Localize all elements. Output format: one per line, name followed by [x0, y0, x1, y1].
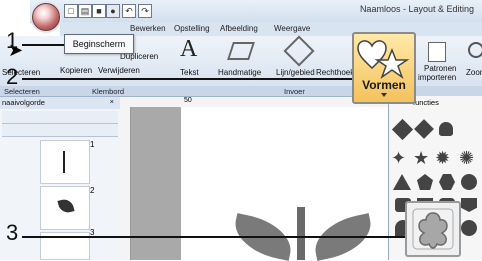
zoom-icon[interactable] — [468, 42, 482, 58]
star8-shape-icon[interactable]: ✹ — [435, 148, 450, 169]
tab-afbeelding[interactable]: Afbeelding — [220, 24, 258, 33]
import-patterns-label-2[interactable]: importeren — [418, 73, 456, 82]
round-shape-icon[interactable] — [461, 220, 477, 236]
group-insert-label: Invoer — [284, 87, 305, 96]
triangle-shape-icon[interactable] — [393, 174, 411, 190]
banner-shape-icon[interactable] — [461, 198, 477, 212]
hexagon-shape-icon[interactable] — [439, 174, 455, 190]
panel-title-text: naaivolgorde — [2, 98, 45, 107]
callout-line-3 — [22, 236, 405, 238]
callout-number-2: 2 — [6, 64, 19, 89]
panel-toolbar-2[interactable] — [2, 124, 118, 137]
new-file-icon[interactable]: □ — [64, 4, 78, 18]
tab-weergave[interactable]: Weergave — [274, 24, 310, 33]
stem-shape[interactable] — [297, 207, 305, 260]
thumbnail-2[interactable] — [40, 186, 90, 230]
shapes-panel-title: functies — [413, 98, 439, 107]
ruler-mark: 50 — [184, 97, 192, 104]
callout-number-3: 3 — [6, 220, 19, 245]
zoom-button-label[interactable]: Zoom — [466, 68, 482, 77]
application-menu-button[interactable] — [32, 3, 60, 31]
thumbnail-1[interactable] — [40, 140, 90, 184]
redo-icon[interactable]: ↷ — [138, 4, 152, 18]
text-tool-icon[interactable]: A — [180, 36, 197, 63]
panel-title: naaivolgorde × — [0, 97, 120, 109]
text-button-label[interactable]: Tekst — [180, 68, 199, 77]
copy-button[interactable]: Kopieren — [60, 66, 92, 75]
tab-opstelling[interactable]: Opstelling — [174, 24, 210, 33]
tooltip: Beginscherm — [64, 34, 134, 54]
heart-shape-icon[interactable] — [391, 118, 414, 141]
star4-shape-icon[interactable]: ✦ — [391, 148, 406, 169]
burst-shape-icon[interactable]: ✺ — [459, 148, 474, 169]
dropdown-arrow-icon — [381, 93, 387, 97]
star5-shape-icon[interactable]: ★ — [413, 148, 429, 169]
club-shape-icon[interactable] — [439, 122, 453, 136]
leaf-shape-thumbnail — [57, 197, 75, 215]
callout-line-2 — [22, 78, 352, 80]
panel-close-icon[interactable]: × — [110, 97, 114, 106]
undo-icon[interactable]: ↶ — [122, 4, 136, 18]
record-icon[interactable]: ● — [106, 4, 120, 18]
thumbnail-number-1: 1 — [90, 140, 95, 149]
import-patterns-label-1[interactable]: Patronen — [424, 64, 456, 73]
group-clipboard-label: Klembord — [92, 87, 125, 96]
save-icon[interactable]: ■ — [92, 4, 106, 18]
line-area-button-label[interactable]: Lijn/gebied — [276, 68, 315, 77]
line-shape-thumbnail — [63, 151, 65, 173]
manual-button-label[interactable]: Handmatige — [218, 68, 261, 77]
open-file-icon[interactable]: ▤ — [78, 4, 92, 18]
callout-number-1: 1 — [6, 28, 19, 53]
diamond-shape-icon[interactable] — [414, 119, 434, 139]
import-patterns-icon[interactable] — [428, 42, 446, 62]
circle-shape-icon[interactable] — [461, 174, 477, 190]
shapes-button-label: Vormen — [362, 78, 406, 92]
callout-line-1 — [22, 44, 64, 46]
tab-bewerken[interactable]: Bewerken — [130, 24, 166, 33]
panel-toolbar-1[interactable] — [2, 111, 118, 124]
flower-icon — [412, 208, 454, 250]
shapes-button-callout[interactable]: Vormen — [352, 32, 416, 104]
selected-shape-callout[interactable] — [405, 201, 461, 257]
window-title: Naamloos - Layout & Editing — [359, 4, 474, 14]
shapes-icon — [357, 40, 410, 79]
pentagon-shape-icon[interactable] — [417, 174, 433, 190]
thumbnail-number-2: 2 — [90, 186, 95, 195]
delete-button[interactable]: Verwijderen — [98, 66, 140, 75]
